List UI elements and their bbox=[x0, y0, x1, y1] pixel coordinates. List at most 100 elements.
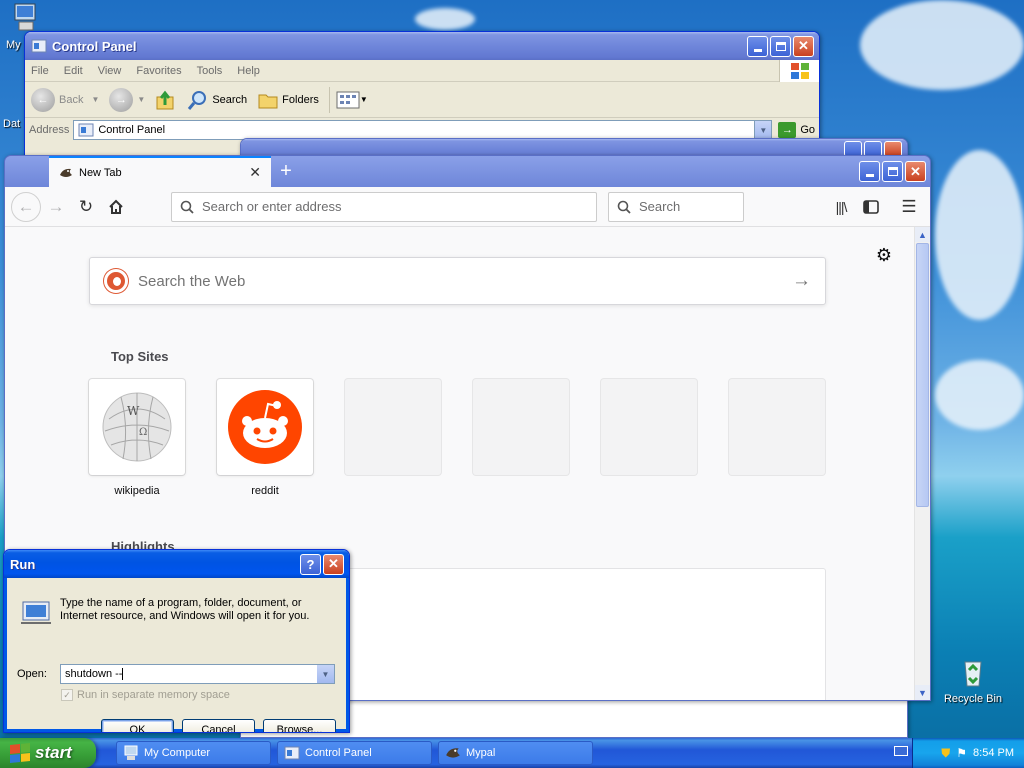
scrollbar-thumb[interactable] bbox=[916, 243, 929, 507]
start-label: start bbox=[35, 743, 72, 762]
back-label: Back bbox=[59, 93, 84, 106]
start-button[interactable]: start bbox=[0, 738, 96, 768]
views-dropdown-icon: ▼ bbox=[359, 95, 368, 104]
top-site-tile-wikipedia[interactable]: W Ω bbox=[89, 379, 185, 475]
up-button[interactable] bbox=[155, 89, 177, 111]
forward-button[interactable]: → ▼ bbox=[109, 87, 145, 112]
arrow-right-icon[interactable]: → bbox=[792, 270, 811, 292]
top-site-label: reddit bbox=[251, 485, 279, 497]
cancel-button[interactable]: Cancel bbox=[182, 719, 255, 732]
open-combobox[interactable]: shutdown -- ▼ bbox=[60, 664, 335, 684]
url-bar[interactable]: Search or enter address bbox=[171, 191, 597, 222]
scroll-up-icon[interactable]: ▲ bbox=[915, 227, 930, 242]
forward-dropdown-icon[interactable]: ▼ bbox=[137, 95, 145, 104]
browse-button[interactable]: Browse... bbox=[263, 719, 336, 733]
my-computer-icon bbox=[14, 3, 36, 31]
close-button[interactable]: ✕ bbox=[323, 553, 344, 575]
go-arrow-icon: → bbox=[778, 122, 797, 138]
toolbar: ← Back ▼ → ▼ Search Folders ▼ bbox=[25, 82, 819, 118]
browse-label: Browse... bbox=[276, 723, 323, 733]
address-field[interactable]: Control Panel ▼ bbox=[73, 120, 773, 140]
forward-arrow-icon: → bbox=[47, 196, 65, 216]
top-site-tile-empty[interactable] bbox=[729, 379, 825, 475]
tab-close-icon[interactable]: ✕ bbox=[249, 164, 261, 181]
windows-logo bbox=[779, 60, 819, 82]
taskbar-item-my-computer[interactable]: My Computer bbox=[116, 741, 271, 765]
views-icon bbox=[336, 91, 360, 108]
window-title: Control Panel bbox=[52, 38, 137, 54]
search-icon bbox=[180, 200, 194, 214]
control-panel-title-bar[interactable]: Control Panel ✕ bbox=[25, 32, 819, 60]
back-dropdown-icon[interactable]: ▼ bbox=[91, 95, 99, 104]
scroll-down-icon[interactable]: ▼ bbox=[915, 685, 930, 700]
back-button[interactable]: ← Back ▼ bbox=[31, 87, 99, 112]
control-panel-icon bbox=[31, 39, 47, 53]
library-button[interactable]: |||\ bbox=[826, 192, 856, 222]
maximize-button[interactable] bbox=[770, 35, 791, 57]
recycle-bin-icon bbox=[964, 661, 982, 687]
web-search-box[interactable]: Search the Web → bbox=[89, 257, 826, 305]
open-value: shutdown -- bbox=[65, 668, 123, 680]
folders-button[interactable]: Folders bbox=[257, 90, 319, 110]
menu-button[interactable]: ☰ bbox=[894, 192, 924, 222]
security-shield-icon[interactable]: ⛊ bbox=[941, 746, 950, 761]
menu-edit[interactable]: Edit bbox=[64, 65, 83, 77]
open-dropdown-icon[interactable]: ▼ bbox=[317, 665, 334, 683]
plus-icon: + bbox=[280, 160, 292, 182]
reload-button[interactable]: ↻ bbox=[71, 192, 101, 222]
svg-text:W: W bbox=[127, 404, 140, 418]
new-tab-button[interactable]: + bbox=[271, 156, 301, 187]
minimize-button[interactable] bbox=[859, 161, 880, 182]
search-bar[interactable]: Search bbox=[608, 191, 744, 222]
menu-file[interactable]: File bbox=[31, 65, 49, 77]
forward-button[interactable]: → bbox=[41, 192, 71, 222]
run-icon bbox=[21, 601, 51, 624]
address-label: Address bbox=[29, 124, 70, 136]
tab-title: New Tab bbox=[79, 166, 122, 179]
address-dropdown-icon[interactable]: ▼ bbox=[754, 121, 772, 139]
top-site-tile-reddit[interactable] bbox=[217, 379, 313, 475]
desktop-icon-recycle-bin[interactable]: Recycle Bin bbox=[938, 656, 1008, 705]
back-arrow-icon: ← bbox=[31, 87, 55, 112]
network-icon[interactable]: ⚑ bbox=[956, 746, 967, 760]
close-button[interactable]: ✕ bbox=[793, 35, 814, 57]
clock[interactable]: 8:54 PM bbox=[973, 747, 1014, 759]
close-button[interactable]: ✕ bbox=[905, 161, 926, 182]
menu-tools[interactable]: Tools bbox=[197, 65, 223, 77]
tab-new-tab[interactable]: New Tab ✕ bbox=[49, 156, 271, 187]
minimize-button[interactable] bbox=[747, 35, 768, 57]
ok-button[interactable]: OK bbox=[101, 719, 174, 732]
mypal-icon bbox=[60, 168, 72, 177]
separate-memory-checkbox[interactable]: ✓ Run in separate memory space bbox=[61, 689, 230, 701]
svg-text:Ω: Ω bbox=[139, 427, 147, 438]
maximize-button[interactable] bbox=[882, 161, 903, 182]
top-site-tile-empty[interactable] bbox=[345, 379, 441, 475]
keyboard-icon[interactable] bbox=[894, 746, 908, 756]
back-button[interactable]: ← bbox=[11, 191, 41, 222]
close-icon: ✕ bbox=[910, 163, 921, 179]
go-button[interactable]: → Go bbox=[778, 122, 815, 138]
menu-help[interactable]: Help bbox=[237, 65, 260, 77]
windows-flag-icon bbox=[790, 63, 809, 79]
navigation-toolbar: ← → ↻ Search or enter address Search |||… bbox=[5, 187, 930, 227]
top-site-label: wikipedia bbox=[114, 485, 160, 497]
run-dialog-title-bar[interactable]: Run ? ✕ bbox=[4, 550, 349, 578]
search-button[interactable]: Search bbox=[187, 89, 247, 111]
home-button[interactable] bbox=[101, 192, 131, 222]
views-button[interactable]: ▼ bbox=[336, 90, 368, 110]
sidebar-icon bbox=[863, 199, 879, 214]
taskbar-item-control-panel[interactable]: Control Panel bbox=[277, 741, 432, 765]
top-site-tile-empty[interactable] bbox=[601, 379, 697, 475]
top-site-tile-empty[interactable] bbox=[473, 379, 569, 475]
url-placeholder: Search or enter address bbox=[202, 199, 342, 214]
menu-favorites[interactable]: Favorites bbox=[136, 65, 181, 77]
sidebar-button[interactable] bbox=[856, 192, 886, 222]
menu-bar: File Edit View Favorites Tools Help bbox=[25, 60, 819, 82]
vertical-scrollbar[interactable]: ▲ ▼ bbox=[914, 227, 930, 700]
forward-arrow-icon: → bbox=[109, 87, 134, 112]
taskbar-item-mypal[interactable]: Mypal bbox=[438, 741, 593, 765]
help-button[interactable]: ? bbox=[300, 553, 321, 575]
search-placeholder: Search bbox=[639, 199, 681, 214]
gear-icon[interactable]: ⚙ bbox=[876, 245, 892, 266]
menu-view[interactable]: View bbox=[98, 65, 122, 77]
